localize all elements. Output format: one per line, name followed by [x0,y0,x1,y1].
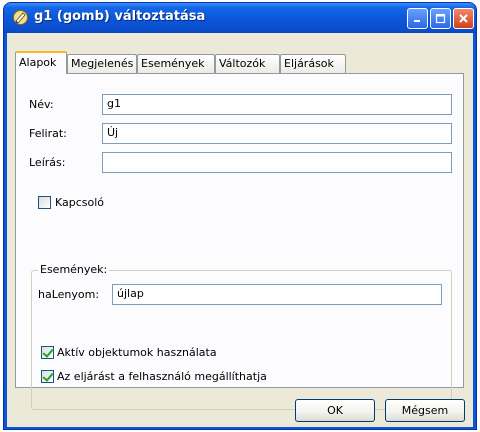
nev-label: Név: [29,98,54,111]
leiras-label: Leírás: [29,156,66,169]
aktiv-objektumok-checkbox[interactable] [41,346,54,359]
tab-valtozok[interactable]: Változók [215,54,280,73]
megallithatja-label: Az eljárást a felhasználó megállíthatja [57,370,267,383]
halenyom-field[interactable]: újlap [112,284,442,305]
maximize-icon [435,13,446,24]
pencil-icon [13,10,28,25]
kapcsolo-label: Kapcsoló [55,196,105,209]
close-icon [459,14,468,23]
nev-field[interactable]: g1 [102,94,452,115]
close-button[interactable] [453,8,474,29]
cancel-button[interactable]: Mégsem [385,399,465,422]
esemenyek-group: Események: haLenyom: újlap Aktív objektu… [31,263,452,410]
tab-megjelenes[interactable]: Megjelenés [67,54,137,73]
minimize-button[interactable] [407,8,428,29]
felirat-field[interactable]: Új [102,123,452,144]
tab-eljarasok[interactable]: Eljárások [280,54,346,73]
esemenyek-group-title: Események: [38,263,110,276]
dialog-body: Alapok Megjelenés Események Változók Elj… [7,33,473,427]
felirat-label: Felirat: [29,127,67,140]
tab-alapok[interactable]: Alapok [15,51,67,74]
kapcsolo-checkbox[interactable] [38,196,51,209]
tab-esemenyek[interactable]: Események [137,54,215,73]
window-title: g1 (gomb) változtatása [34,9,206,24]
tab-panel-alapok: Név: g1 Felirat: Új Leírás: Kapcsoló Ese… [15,73,464,410]
halenyom-label: haLenyom: [38,288,100,301]
minimize-icon [414,20,420,22]
megallithatja-checkbox[interactable] [41,370,54,383]
aktiv-objektumok-label: Aktív objektumok használata [57,346,217,359]
maximize-button[interactable] [430,8,451,29]
leiras-field[interactable] [102,152,452,173]
ok-button[interactable]: OK [295,399,375,422]
title-bar[interactable]: g1 (gomb) változtatása [4,3,476,33]
dialog-window: g1 (gomb) változtatása Alapok Megjelenés… [3,2,477,430]
